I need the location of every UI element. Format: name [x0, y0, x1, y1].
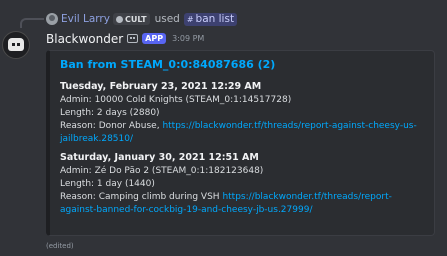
ban-entry-admin: Admin: 10000 Cold Knights (STEAM_0:1:145… — [60, 95, 292, 105]
bot-icon — [127, 34, 139, 43]
ban-entry-reason-cont: against-banned-for-cockbig-19-and-cheesy… — [60, 204, 424, 217]
message-timestamp: 3:09 PM — [172, 34, 205, 43]
ban-reason-link-cont[interactable]: against-banned-for-cockbig-19-and-cheesy… — [60, 205, 312, 215]
message-header: Blackwonder APP 3:09 PM — [46, 31, 204, 46]
slash-command-chip[interactable]: # ban list — [183, 12, 238, 26]
embed-title[interactable]: Ban from STEAM_0:0:84087686 (2) — [60, 58, 424, 71]
ban-entry-reason: Reason: Camping climb during VSH https:/… — [60, 191, 424, 204]
clan-tag-label: CULT — [124, 14, 147, 24]
avatar-eye-left — [12, 43, 15, 46]
ban-entry-reason-cont: jailbreak.28510/ — [60, 133, 424, 146]
app-badge: APP — [142, 33, 167, 44]
ban-entry-length: Length: 2 days (2880) — [60, 108, 160, 118]
used-text: used — [154, 13, 180, 25]
ban-entry-length: Length: 1 day (1440) — [60, 179, 155, 189]
ban-reason-link-cont[interactable]: jailbreak.28510/ — [60, 134, 133, 144]
replied-user-avatar[interactable] — [46, 13, 58, 25]
ban-reason-text: Reason: Camping climb during VSH — [60, 192, 220, 202]
robot-head-icon — [8, 38, 24, 51]
edited-label: (edited) — [46, 242, 74, 250]
author-avatar[interactable] — [2, 31, 30, 59]
ban-entry: Tuesday, February 23, 2021 12:29 AM Admi… — [60, 81, 424, 146]
reply-connector-line — [20, 18, 44, 28]
ban-entry-admin: Admin: Zé Do Pão 2 (STEAM_0:1:182123648) — [60, 166, 264, 176]
ban-entry: Saturday, January 30, 2021 12:51 AM Admi… — [60, 152, 424, 217]
ban-list-embed: Ban from STEAM_0:0:84087686 (2) Tuesday,… — [46, 50, 435, 236]
ban-entry-reason: Reason: Donor Abuse, https://blackwonder… — [60, 120, 424, 133]
ban-reason-link[interactable]: https://blackwonder.tf/threads/report- — [222, 192, 391, 202]
ban-reason-text: Reason: Donor Abuse, — [60, 121, 160, 131]
ban-reason-link[interactable]: https://blackwonder.tf/threads/report-ag… — [162, 121, 416, 131]
slash-command-name: ban list — [195, 13, 235, 25]
avatar-eye-right — [17, 43, 20, 46]
author-name[interactable]: Blackwonder — [46, 32, 123, 46]
slash-command-icon: # — [186, 14, 194, 24]
ban-entry-date: Saturday, January 30, 2021 12:51 AM — [60, 152, 259, 163]
clan-tag: CULT — [112, 13, 150, 25]
reply-context[interactable]: Evil Larry CULT used # ban list — [46, 12, 238, 26]
ban-entry-date: Tuesday, February 23, 2021 12:29 AM — [60, 81, 262, 92]
skull-icon — [115, 15, 123, 23]
replied-user-name[interactable]: Evil Larry — [61, 13, 110, 25]
